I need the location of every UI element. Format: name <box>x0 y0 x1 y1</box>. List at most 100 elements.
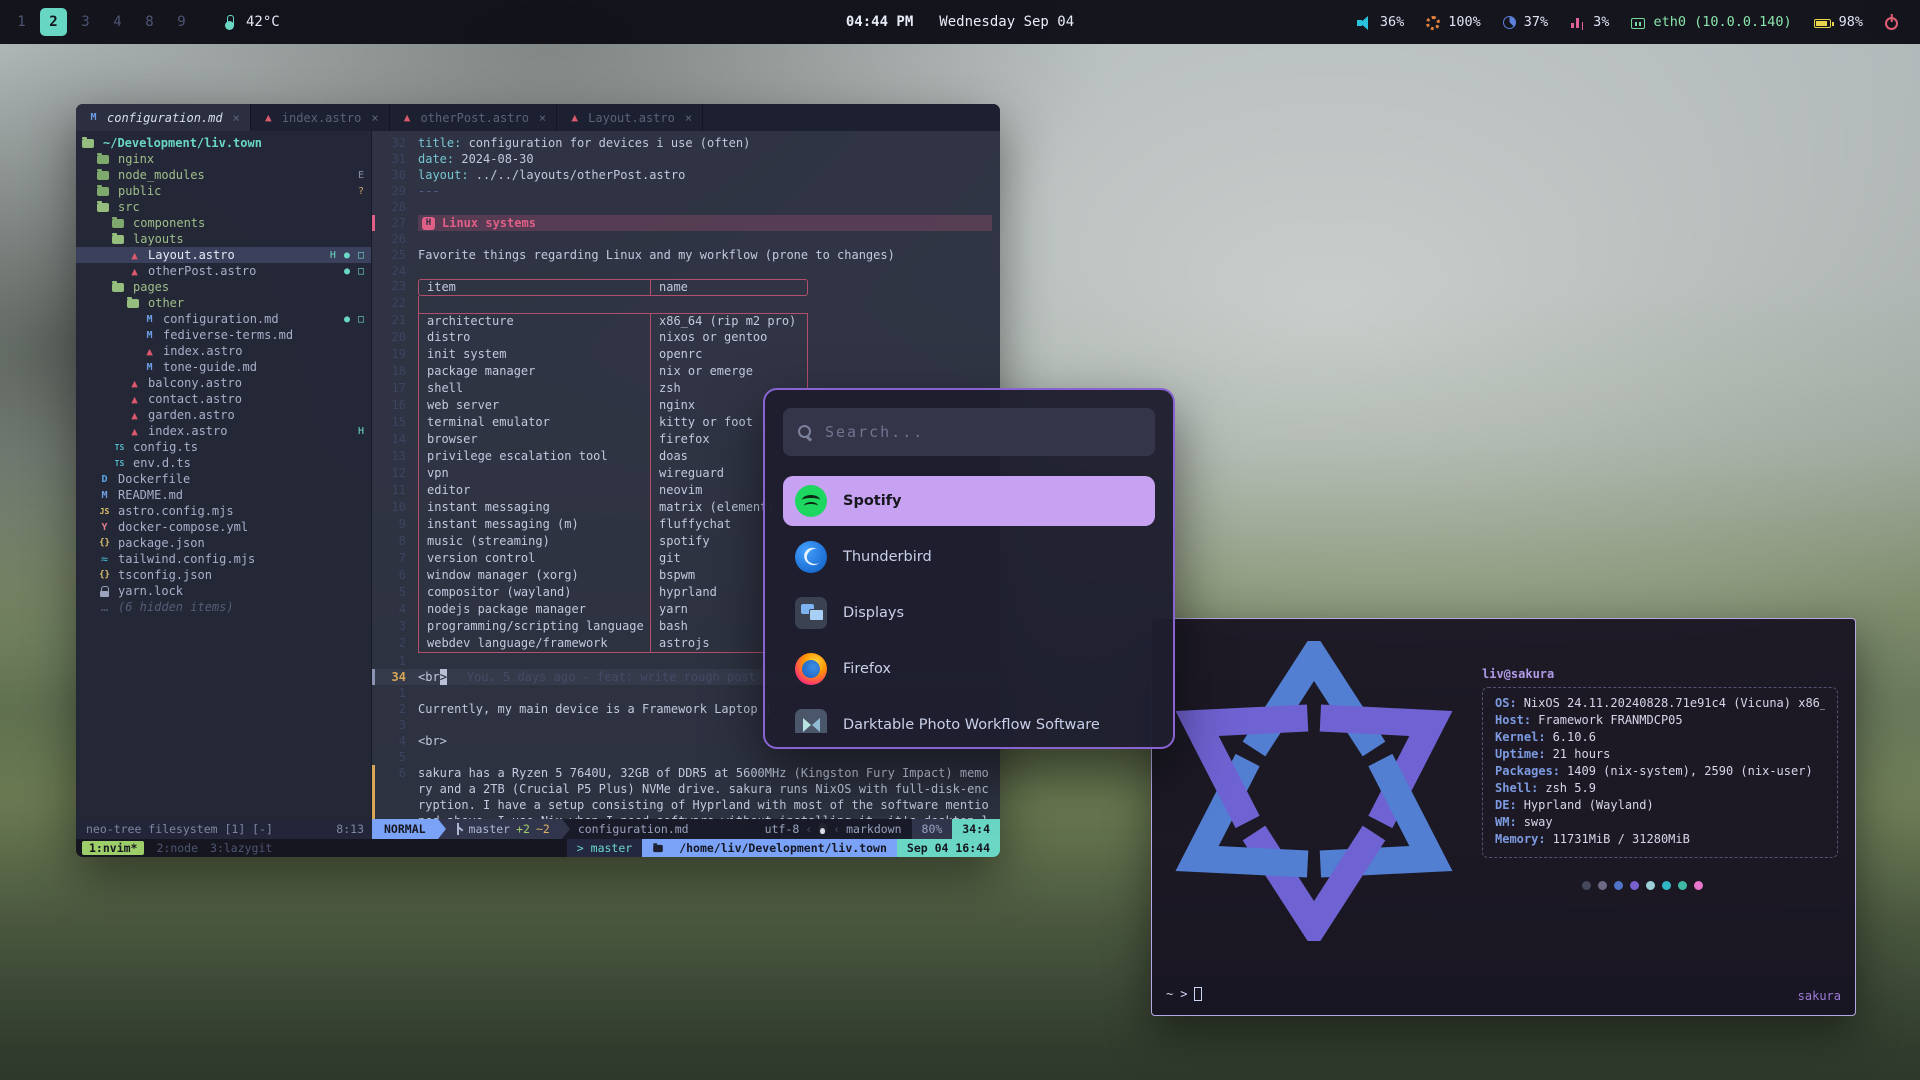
table-cell-item: shell <box>418 381 650 398</box>
workspace-button[interactable]: 1 <box>8 8 35 36</box>
tmux-window[interactable]: 2:node <box>156 841 198 855</box>
bar-module[interactable]: 3% <box>1570 14 1609 30</box>
tree-item[interactable]: README.md <box>76 487 371 503</box>
tab-close-icon[interactable] <box>539 111 546 125</box>
tab-label: configuration.md <box>107 111 223 125</box>
filetype-icon <box>86 110 101 125</box>
tree-item[interactable]: tone-guide.md <box>76 359 371 375</box>
tree-item-label: pages <box>133 280 169 294</box>
bar-module[interactable]: eth0 (10.0.0.140) <box>1631 14 1791 30</box>
tree-item[interactable]: config.ts <box>76 439 371 455</box>
tree-item[interactable]: fediverse-terms.md <box>76 327 371 343</box>
workspace-button[interactable]: 3 <box>72 8 99 36</box>
tree-item[interactable]: yarn.lock <box>76 583 371 599</box>
statusline: neo-tree filesystem [1] [-] 8:13 NORMAL … <box>76 819 1000 839</box>
app-icon <box>795 653 827 685</box>
tab-close-icon[interactable] <box>685 111 692 125</box>
launcher-item[interactable]: Firefox <box>783 644 1155 694</box>
tree-item[interactable]: ~/Development/liv.town <box>76 135 371 151</box>
workspace-button[interactable]: 9 <box>168 8 195 36</box>
launcher-results: Spotify Thunderbird Displays Firefox <box>783 476 1155 733</box>
tmux-clock: Sep 04 16:44 <box>897 839 1000 857</box>
line-number: 9 <box>380 517 418 534</box>
editor-tab[interactable]: configuration.md <box>76 104 251 131</box>
tree-item[interactable]: index.astro H <box>76 423 371 439</box>
fetch-value: NixOS 24.11.20240828.71e91c4 (Vicuna) x8… <box>1524 696 1825 713</box>
tab-close-icon[interactable] <box>371 111 378 125</box>
tree-item[interactable]: Layout.astro H ● □ <box>76 247 371 263</box>
tree-item[interactable]: components <box>76 215 371 231</box>
tab-close-icon[interactable] <box>233 111 240 125</box>
tmux-window[interactable]: 3:lazygit <box>210 841 272 855</box>
editor-tab[interactable]: index.astro <box>251 104 390 131</box>
line-number: 32 <box>380 135 418 151</box>
line-number: 3 <box>380 619 418 636</box>
tree-item[interactable]: docker-compose.yml <box>76 519 371 535</box>
tree-item[interactable]: other <box>76 295 371 311</box>
tree-item[interactable]: node_modules E <box>76 167 371 183</box>
fetch-line: Host: Framework FRANMDCP05 <box>1495 713 1825 730</box>
tree-item[interactable]: src <box>76 199 371 215</box>
bar-module[interactable]: 100% <box>1426 14 1481 30</box>
tree-item[interactable]: otherPost.astro ● □ <box>76 263 371 279</box>
tree-item-label: config.ts <box>133 440 198 454</box>
line-number: 30 <box>380 167 418 183</box>
editor-tab[interactable]: otherPost.astro <box>390 104 558 131</box>
workspace-button[interactable]: 4 <box>104 8 131 36</box>
tree-item[interactable]: layouts <box>76 231 371 247</box>
tree-item-label: node_modules <box>118 168 205 182</box>
editor-line: 31 date: 2024-08-30 <box>372 151 1000 167</box>
git-branch-icon <box>454 823 463 835</box>
bar-module[interactable] <box>1885 15 1906 30</box>
tree-item[interactable]: balcony.astro <box>76 375 371 391</box>
tab-label: otherPost.astro <box>421 111 529 125</box>
launcher-item[interactable]: Spotify <box>783 476 1155 526</box>
workspace-button[interactable]: 2 <box>40 8 67 36</box>
tree-item[interactable]: garden.astro <box>76 407 371 423</box>
filetype-icon <box>261 110 276 125</box>
tree-item[interactable]: contact.astro <box>76 391 371 407</box>
line-number: 6 <box>380 568 418 585</box>
bar-module[interactable]: 98% <box>1814 14 1863 30</box>
tree-item[interactable]: pages <box>76 279 371 295</box>
launcher-item[interactable]: Darktable Photo Workflow Software <box>783 700 1155 733</box>
tree-item[interactable]: package.json <box>76 535 371 551</box>
editor-tab[interactable]: Layout.astro <box>557 104 703 131</box>
tmux-window[interactable]: 1:nvim* <box>82 841 144 855</box>
file-icon <box>142 328 157 343</box>
editor-line: 5 <box>372 749 1000 765</box>
search-input[interactable] <box>825 423 1141 441</box>
search-box[interactable] <box>783 408 1155 456</box>
table-cell-item: editor <box>418 483 650 500</box>
fetch-user-host: liv@sakura <box>1482 667 1838 681</box>
folder-icon <box>653 844 663 851</box>
clock[interactable]: 04:44 PM Wednesday Sep 04 <box>846 14 1074 30</box>
file-icon <box>112 219 124 228</box>
launcher-item[interactable]: Displays <box>783 588 1155 638</box>
tree-item[interactable]: configuration.md ● □ <box>76 311 371 327</box>
shell-prompt[interactable]: ~ > <box>1166 987 1202 1001</box>
file-icon <box>97 488 112 503</box>
file-explorer: ~/Development/liv.town nginx node_module… <box>76 131 372 819</box>
bar-module[interactable]: 36% <box>1357 14 1404 30</box>
tree-item[interactable]: env.d.ts <box>76 455 371 471</box>
tree-item[interactable]: tsconfig.json <box>76 567 371 583</box>
tree-item-label: README.md <box>118 488 183 502</box>
table-cell-item: package manager <box>418 364 650 381</box>
fetch-value: 6.10.6 <box>1553 730 1596 747</box>
tree-item[interactable]: tailwind.config.mjs <box>76 551 371 567</box>
tree-item[interactable]: nginx <box>76 151 371 167</box>
frontmatter-lines: 32 title: configuration for devices i us… <box>372 135 1000 215</box>
file-icon <box>127 424 142 439</box>
app-icon <box>795 597 827 629</box>
tree-item[interactable]: index.astro <box>76 343 371 359</box>
fetch-label: Memory: <box>1495 832 1546 849</box>
bar-module[interactable]: 37% <box>1503 14 1548 30</box>
tree-item[interactable]: (6 hidden items) <box>76 599 371 615</box>
tree-item[interactable]: astro.config.mjs <box>76 503 371 519</box>
tree-item[interactable]: Dockerfile <box>76 471 371 487</box>
tree-item[interactable]: public ? <box>76 183 371 199</box>
heading-level-icon <box>422 217 435 230</box>
workspace-button[interactable]: 8 <box>136 8 163 36</box>
launcher-item[interactable]: Thunderbird <box>783 532 1155 582</box>
